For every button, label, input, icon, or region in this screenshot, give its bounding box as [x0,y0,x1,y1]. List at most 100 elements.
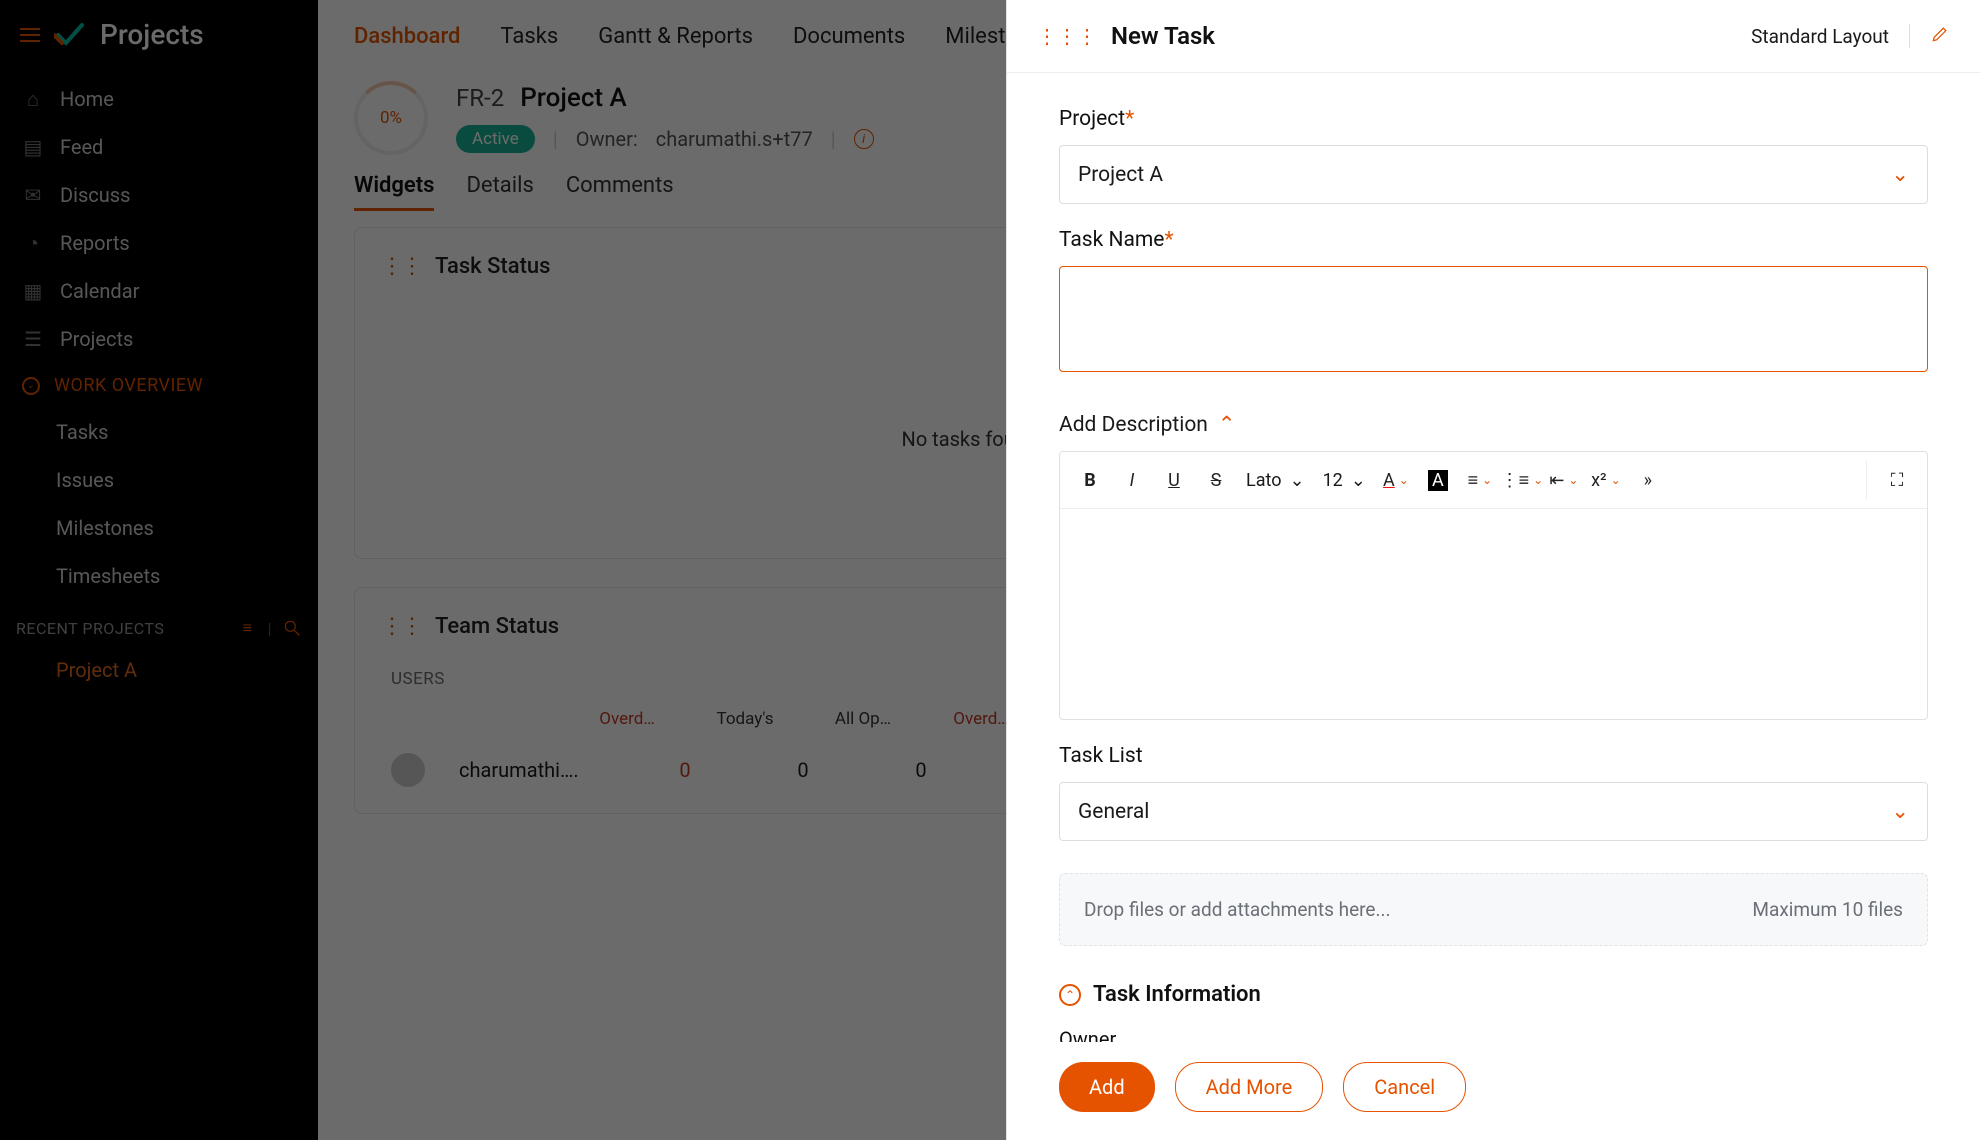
drag-handle-icon[interactable]: ⋮⋮ [381,614,421,639]
add-more-button[interactable]: Add More [1175,1062,1324,1112]
editor-textarea[interactable] [1060,509,1927,719]
chevron-circle-icon: ⌄ [22,377,40,395]
text-color-button[interactable]: A⌄ [1376,460,1416,500]
tab-tasks[interactable]: Tasks [500,24,558,49]
subtab-widgets[interactable]: Widgets [354,173,434,211]
strike-button[interactable]: S [1196,460,1236,500]
dropzone-text: Drop files or add attachments here... [1084,898,1391,921]
task-name-input[interactable] [1059,266,1928,372]
cell: 0 [879,758,963,782]
font-size-select[interactable]: 12⌄ [1315,460,1374,500]
superscript-button[interactable]: x²⌄ [1586,460,1626,500]
dropzone-limit: Maximum 10 files [1752,898,1903,921]
tab-dashboard[interactable]: Dashboard [354,24,460,49]
tasklist-select[interactable]: General ⌄ [1059,782,1928,841]
recent-project-a[interactable]: Project A [0,646,318,694]
align-button[interactable]: ≡⌄ [1460,460,1500,500]
nav-feed[interactable]: ▤Feed [0,123,318,171]
cell: 0 [761,758,845,782]
chevron-down-icon: ⌄ [1533,473,1543,487]
italic-button[interactable]: I [1112,460,1152,500]
project-name: Project A [520,83,627,113]
work-milestones[interactable]: Milestones [0,504,318,552]
nav-primary: ⌂Home ▤Feed ✉Discuss ◔Reports ▦Calendar … [0,75,318,363]
drag-handle-icon[interactable]: ⋮⋮ [381,254,421,279]
col-users: USERS [391,669,896,689]
select-value: Lato [1246,470,1281,491]
nav-discuss[interactable]: ✉Discuss [0,171,318,219]
task-info-section-header[interactable]: ⌃ Task Information [1059,982,1928,1007]
list-button[interactable]: ⋮≡⌄ [1502,460,1542,500]
bold-button[interactable]: B [1070,460,1110,500]
nav-label: Feed [60,135,103,159]
editor-toolbar: B I U S Lato⌄ 12⌄ A⌄ A ≡⌄ ⋮≡⌄ ⇤⌄ x²⌄ » ⛶ [1060,452,1927,509]
work-timesheets[interactable]: Timesheets [0,552,318,600]
section-label: WORK OVERVIEW [54,375,203,396]
edit-icon[interactable] [1930,24,1950,49]
subcol-allopen: All Op… [821,709,905,729]
recent-projects-header: RECENT PROJECTS ≡ | [0,600,318,646]
highlight-button[interactable]: A [1418,460,1458,500]
card-title-text: Team Status [435,614,559,639]
nav-label: Home [60,87,114,111]
tab-documents[interactable]: Documents [793,24,905,49]
select-value: General [1078,800,1149,824]
chevron-down-icon: ⌄ [1891,799,1909,824]
calendar-icon: ▦ [22,280,44,302]
nav-label: Calendar [60,279,139,303]
subcol-today: Today's [703,709,787,729]
status-badge: Active [456,125,535,153]
tab-gantt[interactable]: Gantt & Reports [598,24,753,49]
expand-button[interactable]: ⛶ [1877,460,1917,500]
project-key: FR-2 [456,84,504,112]
nav-projects[interactable]: ☰Projects [0,315,318,363]
work-overview-header[interactable]: ⌄ WORK OVERVIEW [0,363,318,408]
grid-icon[interactable]: ⋮⋮⋮ [1037,24,1097,48]
font-family-select[interactable]: Lato⌄ [1238,460,1313,500]
subtab-comments[interactable]: Comments [566,173,674,211]
work-issues[interactable]: Issues [0,456,318,504]
panel-title: New Task [1111,22,1751,50]
toggle-label: Add Description [1059,413,1208,437]
work-tasks[interactable]: Tasks [0,408,318,456]
app-name: Projects [100,18,204,51]
chevron-down-icon: ⌄ [1568,473,1578,487]
panel-footer: Add Add More Cancel [1007,1042,1980,1140]
subcol-overdue: Overd… [585,709,669,729]
cancel-button[interactable]: Cancel [1343,1062,1466,1112]
attachment-dropzone[interactable]: Drop files or add attachments here... Ma… [1059,873,1928,946]
chevron-down-icon: ⌄ [1399,473,1409,487]
work-overview-list: Tasks Issues Milestones Timesheets [0,408,318,600]
nav-calendar[interactable]: ▦ Calendar [0,267,318,315]
field-label-text: Project [1059,107,1125,131]
owner-name: charumathi.s+t77 [656,127,813,151]
more-button[interactable]: » [1628,460,1668,500]
field-project: Project* Project A ⌄ [1059,107,1928,204]
sidebar: Projects ⌂ Home ▤Feed ✉Discuss ◔ Reports ▦… [0,0,318,1140]
chevron-down-icon: ⌄ [1482,473,1492,487]
home-icon: ⌂ [22,88,44,110]
nav-label: Reports [60,231,130,255]
owner-field-label: Owner [1059,1027,1928,1042]
progress-value: 0% [380,108,402,128]
nav-reports[interactable]: ◔ Reports [0,219,318,267]
user-name: charumathi…. [459,758,609,782]
field-label-text: Task Name [1059,228,1164,252]
hamburger-icon[interactable] [20,28,40,42]
description-toggle[interactable]: Add Description ⌃ [1059,412,1928,437]
info-icon[interactable]: i [854,129,874,149]
underline-button[interactable]: U [1154,460,1194,500]
project-select[interactable]: Project A ⌄ [1059,145,1928,204]
subtab-details[interactable]: Details [466,173,533,211]
nav-label: Discuss [60,183,130,207]
indent-button[interactable]: ⇤⌄ [1544,460,1584,500]
nav-label: Projects [60,327,133,351]
search-icon[interactable] [282,618,302,638]
filter-icon[interactable]: ≡ [238,618,258,638]
rich-text-editor: B I U S Lato⌄ 12⌄ A⌄ A ≡⌄ ⋮≡⌄ ⇤⌄ x²⌄ » ⛶ [1059,451,1928,720]
field-task-list: Task List General ⌄ [1059,744,1928,841]
nav-home[interactable]: ⌂ Home [0,75,318,123]
add-button[interactable]: Add [1059,1062,1155,1112]
reports-icon: ◔ [22,232,44,254]
layout-selector[interactable]: Standard Layout [1751,25,1889,48]
